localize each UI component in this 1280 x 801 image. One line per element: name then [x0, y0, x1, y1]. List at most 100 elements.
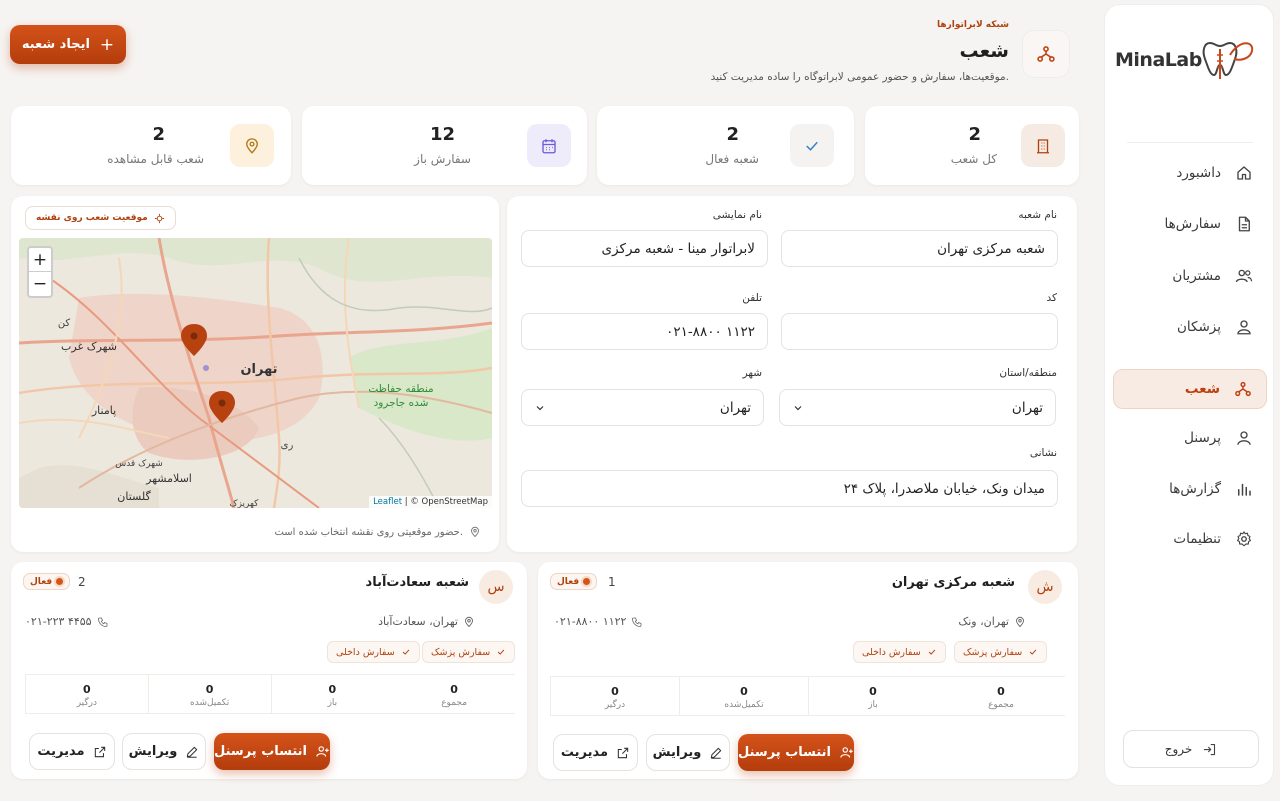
attribution-osm: | © OpenStreetMap [404, 497, 488, 507]
stat-icon-box [527, 124, 571, 167]
sidebar-item-label: داشبورد [1176, 165, 1221, 181]
user-plus-icon [840, 747, 853, 758]
zoom-in-button[interactable]: + [29, 248, 51, 272]
map-chip-label: موقعیت شعب روی نقشه [36, 213, 148, 223]
sidebar: MinaLab داشبورد سفارش‌ها مشتریان پزشکان … [1104, 4, 1274, 786]
stat-card-total-branches: 2 کل شعب [865, 106, 1079, 185]
phone-icon [632, 617, 642, 627]
map-view[interactable]: تهران شهرک غرب پامنار اسلامشهر گلستان من… [19, 238, 492, 508]
sidebar-item-branches[interactable]: شعب [1113, 369, 1267, 409]
metric-value: 0 [83, 683, 91, 696]
sidebar-item-label: شعب [1184, 381, 1220, 397]
metric-value: 0 [740, 685, 748, 698]
display-name-field[interactable]: لابراتوار مینا - شعبه مرکزی [521, 230, 768, 267]
metric-value: 0 [205, 683, 214, 696]
display-name-label: نام نمایشی [712, 209, 762, 221]
metric-label: تکمیل‌شده [190, 698, 230, 708]
branch-number: 2 [78, 575, 86, 589]
region-label: منطقه/استان [999, 367, 1057, 379]
branch-location: تهران، سعادت‌آباد [378, 615, 475, 628]
tooth-logo-icon [1202, 41, 1254, 79]
logo-text: MinaLab [1115, 49, 1202, 71]
page-title: شعب [959, 40, 1009, 62]
stat-icon-box [790, 124, 834, 167]
create-branch-button[interactable]: ایجاد شعبه + [10, 25, 126, 64]
stat-card-open-orders: 12 سفارش باز [302, 106, 587, 185]
status-dot-icon [56, 578, 64, 585]
assign-staff-button[interactable]: انتساب پرسنل [214, 733, 330, 770]
branch-number: 1 [608, 575, 616, 589]
branch-card[interactable]: ش شعبه مرکزی تهران 1 فعال تهران، ونک ۰۲۱… [538, 562, 1078, 779]
manage-button[interactable]: مدیریت [553, 734, 638, 771]
region-select[interactable]: تهران [779, 389, 1056, 426]
metric-label: باز [327, 698, 338, 708]
external-link-icon [94, 746, 105, 757]
sidebar-item-doctors[interactable]: پزشکان [1113, 308, 1267, 346]
stat-label: شعبه فعال [705, 152, 759, 166]
branch-form: نام شعبه شعبه مرکزی تهران نام نمایشی لاب… [507, 196, 1077, 552]
user-plus-icon [316, 746, 329, 757]
metric-value: 0 [997, 685, 1005, 698]
sidebar-item-customers[interactable]: مشتریان [1113, 257, 1267, 295]
metric-in-progress: 0 درگیر [25, 675, 148, 713]
city-select[interactable]: تهران [521, 389, 764, 426]
status-badge-label: فعال [557, 576, 580, 587]
status-badge-label: فعال [30, 576, 53, 587]
sidebar-item-orders[interactable]: سفارش‌ها [1113, 205, 1267, 243]
branch-tag-label: سفارش داخلی [336, 646, 395, 658]
branch-phone: ۰۲۱-۲۲۳ ۴۴۵۵ [25, 615, 109, 628]
chevron-down-icon [536, 405, 544, 410]
assign-staff-button[interactable]: انتساب پرسنل [738, 734, 854, 771]
logout-button[interactable]: خروج [1123, 730, 1259, 768]
bar-chart-icon [1238, 483, 1251, 496]
edit-label: ویرایش [128, 744, 178, 759]
branch-avatar: ش [1028, 570, 1062, 604]
branches-icon [1235, 381, 1251, 397]
branch-tag: سفارش پزشک [422, 641, 516, 663]
location-pin-icon [1016, 616, 1024, 627]
stat-label: کل شعب [950, 152, 997, 166]
branch-tag: سفارش داخلی [327, 641, 420, 663]
metric-completed: 0 تکمیل‌شده [147, 675, 271, 713]
external-link-icon [617, 747, 629, 758]
branch-name-field[interactable]: شعبه مرکزی تهران [781, 230, 1058, 267]
sidebar-item-staff[interactable]: پرسنل [1113, 419, 1267, 457]
status-badge: فعال [550, 573, 598, 590]
metric-label: مجموع [988, 700, 1014, 710]
map-label-rey: ری [281, 440, 294, 451]
metric-in-progress: 0 درگیر [550, 677, 679, 715]
map-label-tehran: تهران [240, 362, 277, 377]
map-label-shahriar: شهرک قدس [115, 458, 163, 469]
manage-label: مدیریت [37, 744, 85, 759]
map-attribution: Leaflet | © OpenStreetMap [369, 496, 492, 508]
map-location-chip[interactable]: موقعیت شعب روی نقشه [25, 206, 176, 230]
sidebar-item-label: سفارش‌ها [1164, 216, 1222, 232]
metric-value: 0 [328, 683, 337, 696]
map-label-kahrizak: کهریزک [230, 498, 260, 508]
sidebar-item-settings[interactable]: تنظیمات [1113, 520, 1267, 558]
sidebar-item-label: تنظیمات [1173, 531, 1221, 547]
check-icon [402, 649, 409, 655]
map-tiles: تهران شهرک غرب پامنار اسلامشهر گلستان من… [19, 238, 492, 508]
edit-button[interactable]: ویرایش [646, 734, 730, 771]
zoom-out-button[interactable]: − [29, 272, 51, 296]
metric-total: 0 مجموع [393, 675, 515, 713]
address-field[interactable]: میدان ونک، خیابان ملاصدرا، پلاک ۲۴ [521, 470, 1058, 507]
map-note: حضور موقعیتی روی نقشه انتخاب شده است. [274, 526, 481, 538]
sidebar-item-reports[interactable]: گزارش‌ها [1113, 470, 1267, 508]
branch-name-label: نام شعبه [1018, 209, 1057, 221]
building-icon [1037, 138, 1049, 153]
sidebar-item-dashboard[interactable]: داشبورد [1113, 154, 1267, 192]
phone-field[interactable]: ۰۲۱-۸۸۰۰ ۱۱۲۲ [521, 313, 768, 350]
phone-label: تلفن [742, 292, 762, 304]
manage-button[interactable]: مدیریت [29, 733, 115, 770]
map-label-shahrak-gharb: شهرک غرب [61, 340, 117, 353]
calendar-icon [542, 138, 556, 153]
branch-card[interactable]: س شعبه سعادت‌آباد 2 فعال تهران، سعادت‌آب… [11, 562, 527, 779]
attribution-leaflet-link[interactable]: Leaflet [373, 497, 402, 507]
branch-name: شعبه سعادت‌آباد [365, 575, 469, 590]
metric-value: 0 [611, 685, 619, 698]
branch-tag: سفارش داخلی [853, 641, 946, 663]
edit-button[interactable]: ویرایش [122, 733, 206, 770]
code-field[interactable] [781, 313, 1058, 350]
